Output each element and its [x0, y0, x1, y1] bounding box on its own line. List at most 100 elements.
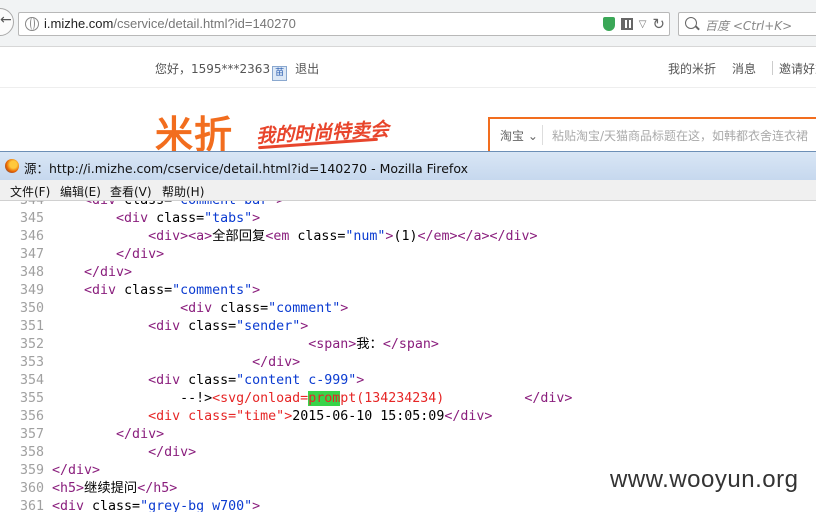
window-title-bar[interactable]: 源：http://i.mizhe.com/cservice/detail.htm… — [0, 152, 816, 180]
code-token: "time" — [236, 409, 285, 424]
line-number: 358 — [19, 445, 44, 460]
my-mizhe-link[interactable]: 我的米折 — [668, 62, 716, 76]
window-title: 源：http://i.mizhe.com/cservice/detail.htm… — [24, 161, 468, 176]
code-token: <span> — [308, 337, 357, 352]
line-source: --!><svg/onload=prompt(134234234) </div> — [52, 390, 572, 408]
code-token: > — [300, 319, 309, 334]
site-search-bar[interactable]: 淘宝 ⌄ 粘贴淘宝/天猫商品标题在这，如韩都衣舍连衣裙 — [488, 117, 816, 153]
line-number: 359 — [19, 463, 44, 478]
code-token: > — [276, 201, 284, 208]
qr-code-icon[interactable] — [620, 18, 633, 30]
code-token: </div> — [116, 247, 165, 262]
address-bar[interactable]: i.mizhe.com/cservice/detail.html?id=1402… — [18, 12, 670, 36]
line-source: </div> — [52, 462, 100, 480]
dropdown-arrow-icon[interactable]: ▽ — [639, 19, 647, 30]
divider — [542, 125, 543, 145]
source-line: 345 <div class="tabs"> — [0, 210, 816, 228]
code-token: "comments" — [172, 283, 253, 298]
code-token: <div — [148, 373, 189, 388]
source-line: 353 </div> — [0, 354, 816, 372]
code-token: <div — [52, 499, 93, 512]
line-source: <div class="tabs"> — [52, 210, 260, 228]
line-source: <div class="comments"> — [52, 282, 260, 300]
line-source: <div class="grey-bg w700"> — [52, 498, 260, 512]
code-token: "num" — [345, 229, 386, 244]
browser-toolbar: ← i.mizhe.com/cservice/detail.html?id=14… — [0, 0, 816, 47]
search-category-select[interactable]: 淘宝 ⌄ — [500, 127, 538, 144]
code-token: > — [356, 373, 365, 388]
code-token: </div> — [444, 409, 493, 424]
line-number: 353 — [19, 355, 44, 370]
code-token: <em — [265, 229, 298, 244]
line-source: <div class="time">2015-06-10 15:05:09</d… — [52, 408, 492, 426]
back-arrow-icon: ← — [0, 12, 12, 28]
source-line: 344 <div class="comment-bar"> — [0, 201, 816, 210]
site-top-bar: 您好，1595***2363苗退出 我的米折 消息 邀请好友 — [0, 47, 816, 88]
menu-file[interactable]: 文件(F) — [10, 183, 50, 200]
line-number: 345 — [19, 211, 44, 226]
code-token: "sender" — [236, 319, 301, 334]
security-shield-icon[interactable] — [602, 17, 615, 31]
menu-help[interactable]: 帮助(H) — [162, 183, 204, 200]
chevron-down-icon: ⌄ — [527, 129, 538, 143]
search-icon — [685, 17, 697, 29]
code-token: class= — [188, 319, 237, 334]
source-line: 361 <div class="grey-bg w700"> — [0, 498, 816, 512]
url-path: /cservice/detail.html?id=140270 — [113, 16, 296, 31]
code-token: class= — [188, 409, 237, 424]
code-token: </span> — [382, 337, 439, 352]
line-source: <div class="sender"> — [52, 318, 308, 336]
address-icons: ▽ ↻ — [602, 16, 665, 32]
line-number: 355 — [19, 391, 44, 406]
code-token: </div> — [524, 391, 573, 406]
code-token: </div> — [52, 463, 101, 478]
top-links: 我的米折 消息 邀请好友 — [668, 60, 816, 77]
code-token: class= — [156, 211, 205, 226]
invite-friends-link[interactable]: 邀请好友 — [779, 62, 816, 76]
source-line: 346 <div><a>全部回复<em class="num">(1)</em>… — [0, 228, 816, 246]
code-token: 继续提问 — [84, 481, 138, 496]
code-token: <div — [116, 211, 157, 226]
reload-icon[interactable]: ↻ — [652, 17, 665, 32]
divider — [772, 61, 774, 75]
messages-link[interactable]: 消息 — [732, 62, 756, 76]
source-line: 357 </div> — [0, 426, 816, 444]
code-token: 2015-06-10 15:05:09 — [292, 409, 445, 424]
source-line: 355 --!><svg/onload=prompt(134234234) </… — [0, 390, 816, 408]
line-number: 361 — [19, 499, 44, 512]
line-number: 351 — [19, 319, 44, 334]
line-number: 357 — [19, 427, 44, 442]
code-token: <div — [84, 283, 125, 298]
code-token: class= — [124, 201, 172, 208]
line-number: 360 — [19, 481, 44, 496]
site-search-placeholder: 粘贴淘宝/天猫商品标题在这，如韩都衣舍连衣裙 — [552, 129, 809, 143]
line-number: 348 — [19, 265, 44, 280]
code-token: "comment" — [268, 301, 341, 316]
code-token: "tabs" — [204, 211, 253, 226]
line-number: 349 — [19, 283, 44, 298]
back-button[interactable]: ← — [0, 8, 14, 36]
code-token: > — [252, 499, 261, 512]
source-line: 358 </div> — [0, 444, 816, 462]
code-token: --!> — [180, 391, 213, 406]
menu-view[interactable]: 查看(V) — [110, 183, 152, 200]
browser-search-box[interactable]: 百度 <Ctrl+K> — [678, 12, 816, 36]
line-source: <div class="content c-999"> — [52, 372, 364, 390]
line-source: </div> — [52, 264, 132, 282]
code-token: </div> — [116, 427, 165, 442]
view-source-window: 源：http://i.mizhe.com/cservice/detail.htm… — [0, 151, 816, 512]
logout-link[interactable]: 退出 — [295, 62, 319, 76]
menu-edit[interactable]: 编辑(E) — [60, 183, 101, 200]
code-token: <div><a> — [148, 229, 213, 244]
code-token: <div — [84, 201, 124, 208]
greeting-text: 您好，1595***2363 — [155, 62, 271, 76]
menu-bar: 文件(F) 编辑(E) 查看(V) 帮助(H) — [0, 180, 816, 201]
